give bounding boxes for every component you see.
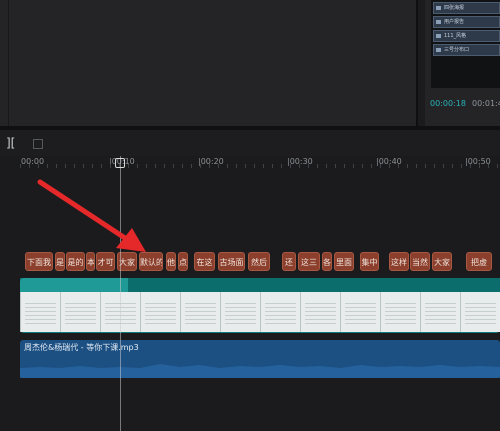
ruler-tick [371,164,372,168]
ruler-tick [227,164,228,168]
video-frame-thumbnail [180,292,220,332]
text-clip[interactable]: 集中 [360,252,379,271]
ruler-tick [425,164,426,168]
video-frame-thumbnail [300,292,340,332]
ruler-tick [83,164,84,168]
ruler-tick [74,164,75,168]
audio-waveform [20,364,500,378]
ruler-label: 00:00 [21,157,45,166]
ruler-tick [344,164,345,168]
video-frame-thumbnail [460,292,500,332]
ruler-tick [200,164,201,168]
ruler-tick [29,164,30,168]
ruler-tick [326,164,327,168]
ruler-tick [299,164,300,168]
ruler-tick [101,164,102,168]
ruler-tick [164,164,165,168]
ruler-tick [497,164,498,168]
ruler-tick [317,164,318,168]
ruler-tick [173,164,174,168]
text-clip[interactable]: 他 [166,252,176,271]
text-clip[interactable]: 大家 [432,252,452,271]
ruler-tick [479,164,480,168]
ruler-tick [128,164,129,168]
ruler-tick [398,164,399,168]
video-frame-thumbnail [260,292,300,332]
annotation-arrow-icon [37,179,146,252]
text-clip[interactable]: 古场面 [218,252,245,271]
ruler-tick [407,164,408,168]
preview-thumb-row: 111_风格 [433,30,500,42]
text-clip[interactable]: 当然 [410,252,430,271]
ruler-tick [20,164,21,168]
video-frame-thumbnail [20,292,60,332]
ruler-tick [353,164,354,168]
preview-thumb-row: 三号分布口 [433,44,500,56]
ruler-tick [290,164,291,168]
ruler-tick [218,164,219,168]
ruler-tick [245,164,246,168]
ruler-tick [416,164,417,168]
ruler-tick [146,164,147,168]
video-frame-thumbnail [380,292,420,332]
video-frame-thumbnail [140,292,180,332]
ruler-tick [362,164,363,168]
video-frame-thumbnail [220,292,260,332]
timeline-toolbar [0,130,500,156]
ruler-tick [182,164,183,168]
ruler-label: |00:50 [465,157,491,166]
ruler-tick [155,164,156,168]
ruler-tick [281,164,282,168]
video-frame-thumbnail [340,292,380,332]
text-clip[interactable]: 各 [322,252,332,271]
video-frame-thumbnail [60,292,100,332]
ruler-tick [56,164,57,168]
text-clip[interactable]: 这三 [298,252,320,271]
ruler-tick [470,164,471,168]
ruler-tick [461,164,462,168]
ruler-tick [308,164,309,168]
ruler-tick [335,164,336,168]
ruler-tick [110,164,111,168]
ruler-tick [263,164,264,168]
box-icon[interactable] [33,139,43,149]
ruler-tick [47,164,48,168]
ruler-tick [443,164,444,168]
text-clip[interactable]: 点 [178,252,188,271]
ruler-tick [254,164,255,168]
total-time: 00:01:4 [472,99,500,108]
ruler-tick [452,164,453,168]
media-panel [0,0,418,126]
ruler-tick [65,164,66,168]
ruler-tick [191,164,192,168]
text-clip[interactable]: 在这 [194,252,215,271]
ruler-tick [236,164,237,168]
ruler-tick [380,164,381,168]
text-clip[interactable]: 还 [282,252,296,271]
ruler-tick [137,164,138,168]
video-frame-thumbnail [420,292,460,332]
text-clip[interactable]: 这样 [389,252,409,271]
ruler-tick [434,164,435,168]
playhead-handle[interactable] [115,158,125,168]
ruler-tick [272,164,273,168]
text-clip[interactable]: 然后 [248,252,270,271]
ruler-tick [488,164,489,168]
ruler-tick [209,164,210,168]
split-icon[interactable]: ][ [6,137,15,149]
ruler-tick [92,164,93,168]
ruler-label: |00:20 [198,157,224,166]
preview-thumb-row: 用户报告 [433,16,500,28]
current-time: 00:00:18 [430,99,466,108]
video-clip-selected-segment [20,278,128,292]
text-clip[interactable]: 把虚 [466,252,492,271]
ruler-tick [389,164,390,168]
ruler-tick [38,164,39,168]
preview-thumb-row: 四张海报 [433,2,500,14]
text-clip[interactable]: 里面 [334,252,354,271]
panel-divider [8,0,9,126]
